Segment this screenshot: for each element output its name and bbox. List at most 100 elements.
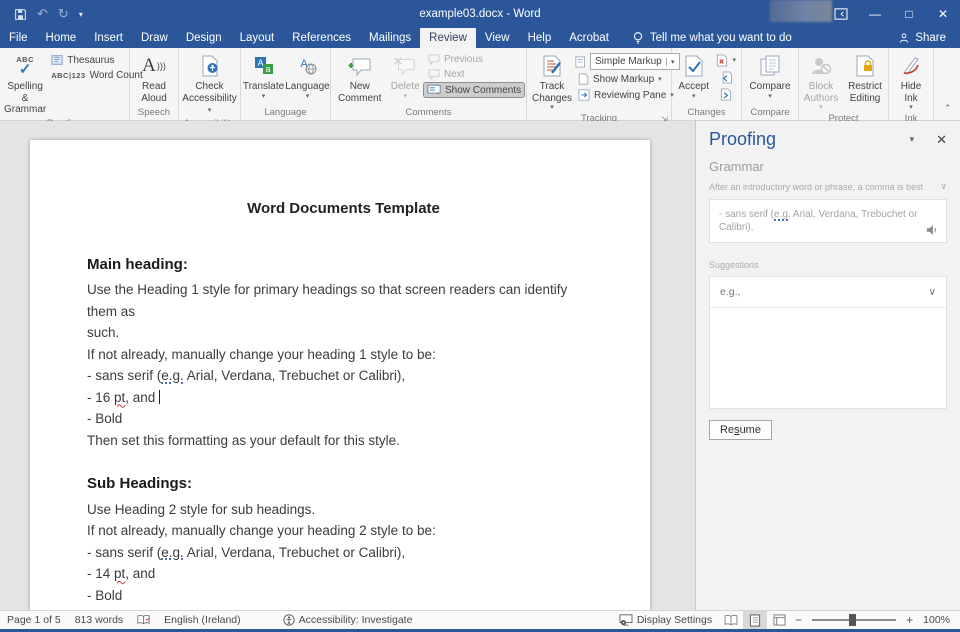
suggestions-label: Suggestions [709,260,947,270]
document-area[interactable]: Word Documents Template Main heading: Us… [0,121,695,610]
redo-icon[interactable]: ↻ [58,6,69,22]
block-authors-icon [810,53,832,79]
spelling-flagged-text: pt [114,566,125,581]
ribbon-group-tracking: Track Changes ▾ Simple Markup ▾ Show Mar… [527,48,672,120]
language-button[interactable]: A Language ▾ [287,50,329,100]
bullet-line: - sans serif (e.g. Arial, Verdana, Trebu… [87,365,600,387]
accept-button[interactable]: Accept ▾ [674,50,713,100]
undo-icon[interactable]: ↶ [37,6,48,22]
tab-review[interactable]: Review [420,28,476,48]
tab-help[interactable]: Help [519,28,561,48]
collapse-ribbon-icon[interactable]: ⌃ [934,48,960,120]
save-icon[interactable] [14,8,27,21]
grammar-rule-description: After an introductory word or phrase, a … [709,182,923,192]
next-change-icon [720,88,732,101]
svg-text:A: A [257,58,263,68]
tab-mailings[interactable]: Mailings [360,28,420,48]
paragraph: Use Heading 2 style for sub headings. [87,499,600,521]
zoom-in-button[interactable]: + [902,613,917,627]
reviewing-pane-button[interactable]: Reviewing Pane ▾ [575,88,669,102]
markup-mode-select[interactable]: Simple Markup ▾ [590,53,680,70]
zoom-out-button[interactable]: − [791,613,806,627]
close-button[interactable]: ✕ [926,0,960,28]
suggestion-item[interactable]: e.g., ∨ [710,277,946,308]
previous-comment-icon [427,54,440,65]
tab-home[interactable]: Home [37,28,86,48]
page-indicator[interactable]: Page 1 of 5 [0,614,68,626]
tab-acrobat[interactable]: Acrobat [560,28,618,48]
ribbon-group-accessibility: Check Accessibility ▾ Accessibility [179,48,241,120]
tab-file[interactable]: File [0,28,37,48]
language-indicator[interactable]: English (Ireland) [157,614,247,626]
language-icon: A [298,53,318,79]
svg-text:A: A [300,58,308,70]
pane-close-icon[interactable]: ✕ [936,132,947,148]
suggestion-chevron-icon[interactable]: ∨ [928,286,936,298]
ribbon-group-language: Aa Translate ▾ A Language ▾ Language [241,48,331,120]
ribbon-tab-row: File Home Insert Draw Design Layout Refe… [0,28,960,48]
bullet-line: - sans serif (e.g. Arial, Verdana, Trebu… [87,542,600,564]
tab-design[interactable]: Design [177,28,231,48]
next-change-button[interactable] [717,87,735,102]
tell-me-label: Tell me what you want to do [650,32,792,44]
ribbon-group-compare: Compare ▾ Compare [742,48,799,120]
read-mode-button[interactable] [719,611,743,630]
share-button[interactable]: Share [898,28,960,48]
status-bar: Page 1 of 5 813 words English (Ireland) … [0,610,960,629]
tell-me-box[interactable]: Tell me what you want to do [632,28,792,48]
pane-options-chevron-icon[interactable]: ▾ [910,134,915,145]
grammar-flagged-text: e.g. [161,368,184,383]
spelling-grammar-button[interactable]: ABC✓ Spelling & Grammar [2,50,48,116]
tab-view[interactable]: View [476,28,519,48]
proofing-status-icon[interactable] [130,614,157,626]
text-cursor [159,390,160,404]
maximize-button[interactable]: □ [892,0,926,28]
grammar-flagged-text: e.g. [161,545,184,560]
document-content[interactable]: Word Documents Template Main heading: Us… [30,140,650,610]
ribbon-group-changes: Accept ▾ ▾ Changes [672,48,742,120]
show-comments-button[interactable]: Show Comments [424,83,524,97]
hide-ink-button[interactable]: Hide Ink ▾ [891,50,931,111]
compare-button[interactable]: Compare ▾ [744,50,796,100]
tab-draw[interactable]: Draw [132,28,177,48]
delete-comment-button[interactable]: Delete ▾ [386,50,424,100]
previous-change-button[interactable] [717,70,735,85]
display-settings-button[interactable]: Display Settings [612,614,719,626]
paragraph: Then set this formatting as your default… [87,430,600,452]
print-layout-button[interactable] [743,611,767,630]
paragraph: such. [87,322,600,344]
document-page[interactable]: Word Documents Template Main heading: Us… [30,140,650,610]
accessibility-status[interactable]: Accessibility: Investigate [276,614,420,626]
workspace: Word Documents Template Main heading: Us… [0,121,960,610]
show-markup-button[interactable]: Show Markup ▾ [575,72,669,86]
zoom-level[interactable]: 100% [917,614,960,626]
resume-button[interactable]: Resume [709,420,772,440]
heading-main: Main heading: [87,254,600,276]
next-comment-icon [427,69,440,80]
tab-insert[interactable]: Insert [85,28,132,48]
tab-layout[interactable]: Layout [231,28,284,48]
check-accessibility-button[interactable]: Check Accessibility ▾ [181,50,239,116]
next-comment-button[interactable]: Next [424,68,524,81]
rule-chevron-icon[interactable]: ∨ [940,181,947,192]
web-layout-button[interactable] [767,611,791,630]
block-authors-button[interactable]: Block Authors ▾ [801,50,841,111]
word-count-indicator[interactable]: 813 words [68,614,130,626]
zoom-slider-thumb[interactable] [849,614,856,626]
tab-references[interactable]: References [283,28,360,48]
word-count-icon: ABC|123 [51,72,85,80]
reject-button[interactable]: ▾ [713,53,739,68]
read-sentence-speaker-icon[interactable] [925,224,939,236]
zoom-slider[interactable] [812,619,896,621]
translate-button[interactable]: Aa Translate ▾ [243,50,285,100]
minimize-button[interactable]: — [858,0,892,28]
customize-quick-access-icon[interactable]: ▾ [79,10,83,19]
ribbon-display-options-icon[interactable] [824,0,858,28]
previous-comment-button[interactable]: Previous [424,53,524,66]
lightbulb-icon [632,31,644,45]
restrict-editing-button[interactable]: Restrict Editing [844,50,886,104]
flagged-sentence-box[interactable]: - sans serif (e.g. Arial, Verdana, Trebu… [709,199,947,243]
new-comment-button[interactable]: New Comment [333,50,386,104]
read-aloud-button[interactable]: A))) Read Aloud [132,50,176,104]
track-changes-button[interactable]: Track Changes ▾ [529,50,575,111]
